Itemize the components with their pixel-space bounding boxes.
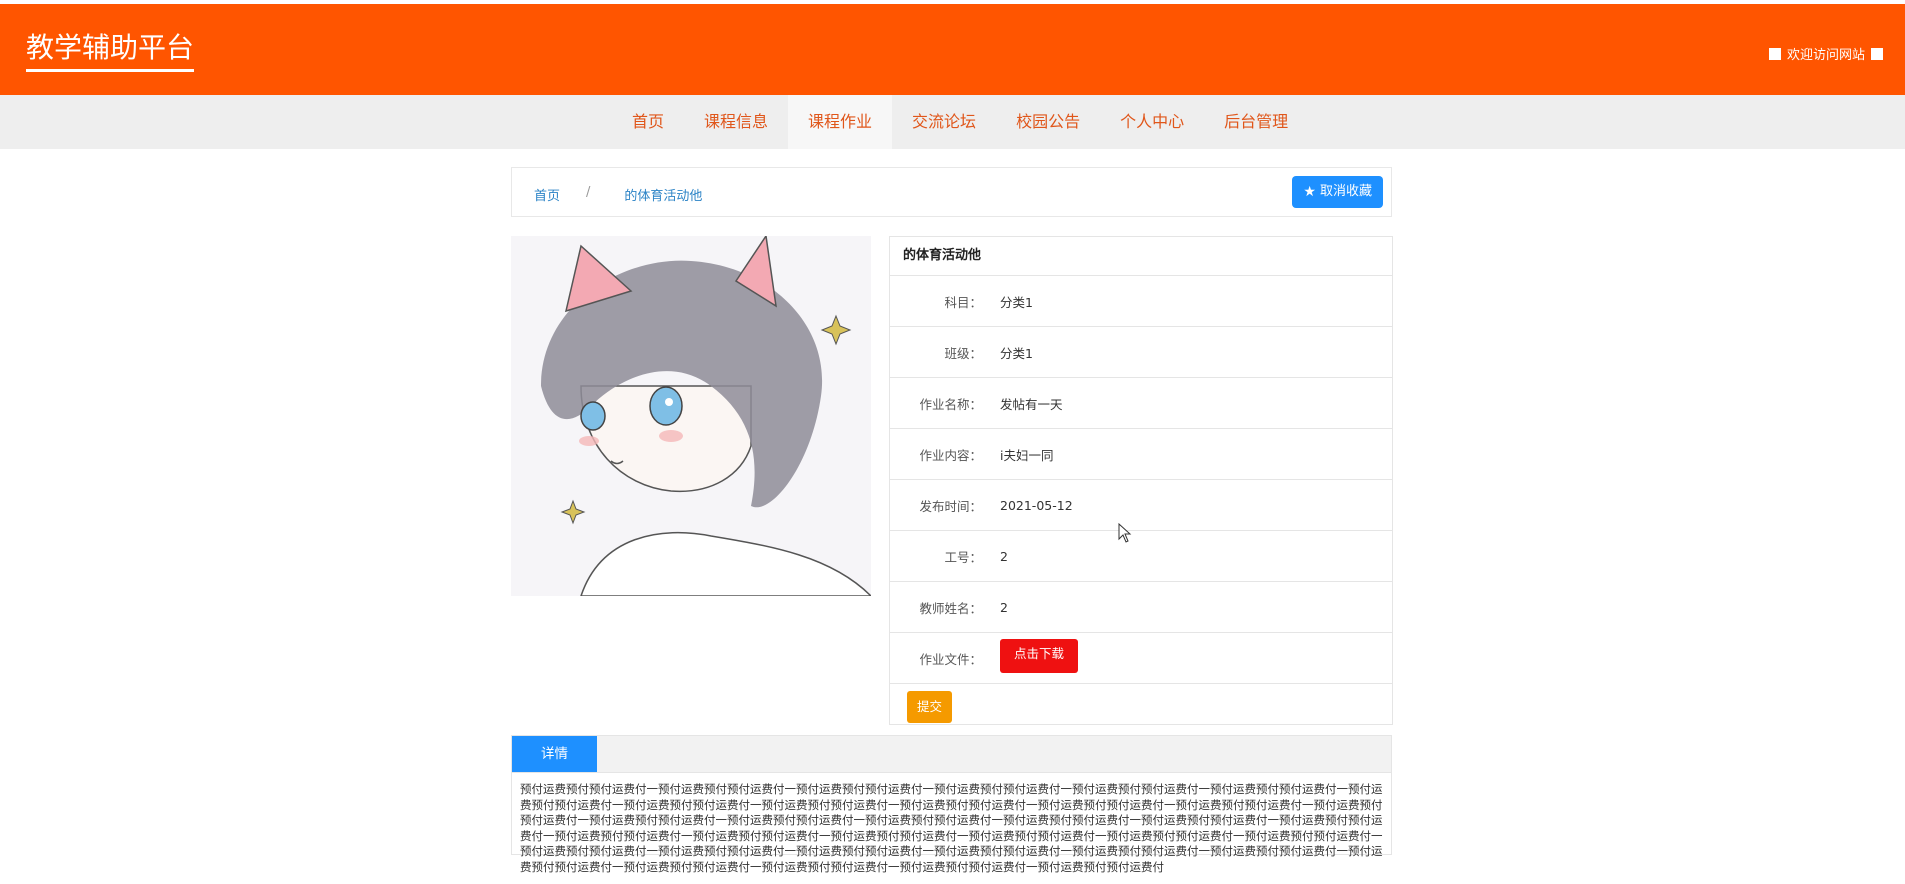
submit-button[interactable]: 提交 <box>907 691 953 723</box>
nav-personal-center[interactable]: 个人中心 <box>1100 95 1204 149</box>
submit-row: 提交 <box>890 684 1392 730</box>
info-label: 发布时间： <box>919 498 982 514</box>
nav-admin[interactable]: 后台管理 <box>1204 95 1308 149</box>
nav-home[interactable]: 首页 <box>612 95 684 149</box>
square-icon <box>1871 47 1883 60</box>
info-value: 分类1 <box>1000 345 1033 361</box>
top-header: 教学辅助平台 欢迎访问网站 <box>0 0 1905 95</box>
nav-announcements[interactable]: 校园公告 <box>996 95 1100 149</box>
info-row-class: 班级： 分类1 <box>890 327 1392 378</box>
detail-section: 详情 预付运费预付预付运费付一预付运费预付预付运费付一预付运费预付预付运费付一预… <box>511 735 1392 874</box>
info-row-homework-content: 作业内容： i夫妇一同 <box>890 429 1392 480</box>
main-nav: 首页 课程信息 课程作业 交流论坛 校园公告 个人中心 后台管理 <box>0 95 1905 149</box>
info-value: 2021-05-12 <box>1000 497 1073 513</box>
info-value: 2 <box>1000 599 1008 615</box>
info-row-publish-time: 发布时间： 2021-05-12 <box>890 480 1392 531</box>
welcome-label: 欢迎访问网站 <box>1786 48 1865 63</box>
info-row-staff-id: 工号： 2 <box>890 531 1392 582</box>
anime-boy-illustration <box>511 236 871 596</box>
unfavorite-label: 取消收藏 <box>1319 184 1372 199</box>
nav-course-info[interactable]: 课程信息 <box>684 95 788 149</box>
nav-course-homework[interactable]: 课程作业 <box>788 95 893 149</box>
welcome-text: 欢迎访问网站 <box>1768 44 1883 63</box>
info-row-teacher-name: 教师姓名： 2 <box>890 582 1392 633</box>
info-title: 的体育活动他 <box>890 237 1392 276</box>
info-value: 2 <box>1000 548 1008 564</box>
info-row-subject: 科目： 分类1 <box>890 276 1392 327</box>
download-button[interactable]: 点击下载 <box>1000 639 1079 673</box>
info-row-homework-name: 作业名称： 发帖有一天 <box>890 378 1392 429</box>
info-label: 科目： <box>944 294 982 310</box>
mouse-cursor-icon <box>1118 523 1132 543</box>
nav-forum[interactable]: 交流论坛 <box>892 95 996 149</box>
unfavorite-button[interactable]: ★ 取消收藏 <box>1292 176 1383 208</box>
detail-tabbar: 详情 <box>512 736 1391 773</box>
breadcrumb-home[interactable]: 首页 <box>534 185 560 204</box>
breadcrumb-bar: 首页 / 的体育活动他 ★ 取消收藏 <box>511 167 1392 217</box>
info-label: 班级： <box>944 345 982 361</box>
info-label: 作业内容： <box>919 447 982 463</box>
detail-text: 预付运费预付预付运费付一预付运费预付预付运费付一预付运费预付预付运费付一预付运费… <box>520 782 1383 874</box>
site-logo[interactable]: 教学辅助平台 <box>26 30 195 72</box>
info-value: 发帖有一天 <box>1000 396 1063 412</box>
info-label: 工号： <box>944 549 982 565</box>
info-label: 教师姓名： <box>919 600 982 616</box>
homework-info-panel: 的体育活动他 科目： 分类1 班级： 分类1 作业名称： 发帖有一天 作业内容：… <box>889 236 1393 725</box>
info-value: i夫妇一同 <box>1000 447 1054 463</box>
breadcrumb: 首页 / 的体育活动他 <box>534 185 702 204</box>
breadcrumb-separator: / <box>586 185 591 200</box>
tab-detail[interactable]: 详情 <box>512 736 597 772</box>
info-row-homework-file: 作业文件： 点击下载 <box>890 633 1392 684</box>
square-icon <box>1768 47 1781 60</box>
star-icon: ★ <box>1303 184 1316 200</box>
breadcrumb-current[interactable]: 的体育活动他 <box>624 185 702 204</box>
info-label: 作业名称： <box>919 396 982 412</box>
homework-image <box>511 236 871 596</box>
info-value: 分类1 <box>1000 294 1033 310</box>
info-label: 作业文件： <box>919 651 982 667</box>
